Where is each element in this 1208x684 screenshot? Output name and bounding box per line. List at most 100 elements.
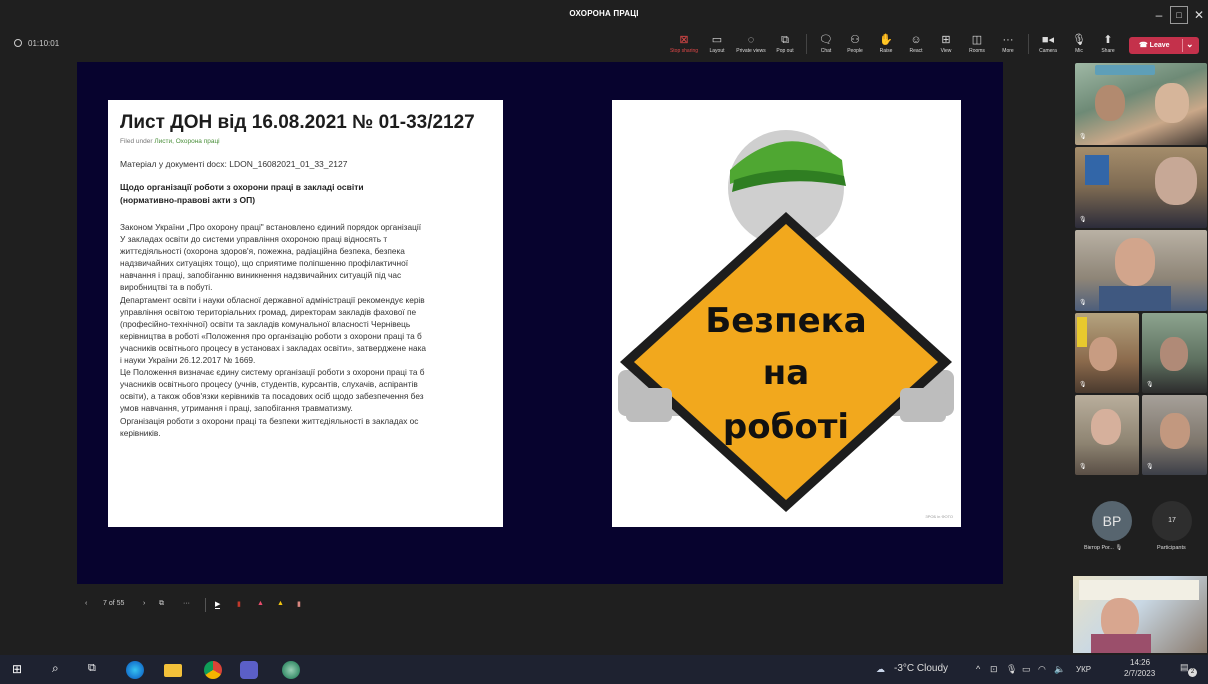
close-icon[interactable]: ✕ — [1190, 4, 1208, 26]
cloud-icon: ☁ — [876, 664, 885, 674]
people-button[interactable]: ⚇ People — [842, 30, 868, 60]
pen-red-icon[interactable]: ▮ — [237, 600, 241, 608]
battery-icon[interactable]: ▭ — [1022, 664, 1031, 675]
participant-shirt — [1091, 634, 1151, 653]
share-button[interactable]: ⬆ Share — [1096, 30, 1120, 60]
body-line: умов навчання, утримання і праці, запобі… — [120, 403, 353, 414]
notification-badge: 2 — [1188, 668, 1197, 677]
sign-line-1: Безпека — [705, 301, 866, 341]
avatar[interactable]: ВР — [1092, 501, 1132, 541]
laser-pointer-icon[interactable]: ▶ — [215, 600, 221, 609]
language-indicator[interactable]: УКР — [1076, 665, 1091, 674]
stop-sharing-button[interactable]: ⊠ Stop sharing — [665, 30, 703, 60]
teams-icon[interactable] — [240, 661, 258, 679]
safety-sign-image: Безпека на роботі ЗРОБ in ФОТО — [612, 100, 961, 527]
participant-face — [1091, 409, 1121, 445]
screen-capture-icon[interactable]: ⊡ — [990, 664, 998, 675]
phone-icon: ☎ — [1139, 42, 1150, 49]
body-line: навчання і праці, запобіганню виникнення… — [120, 270, 402, 281]
mic-off-icon: 🎙 — [1079, 464, 1087, 470]
slide-counter: 7 of 55 — [103, 600, 125, 607]
body-line: Це Положення визначає єдину систему орга… — [120, 367, 425, 378]
body-line: життєдіяльності (охорона здоров'я, пожеж… — [120, 246, 405, 257]
camera-icon: ■◂ — [1041, 34, 1055, 46]
participant-video[interactable]: 🎙 — [1075, 63, 1207, 145]
next-slide-icon[interactable]: › — [143, 600, 145, 607]
clock-date[interactable]: 2/7/2023 — [1124, 669, 1155, 678]
eraser-icon[interactable]: ▮ — [297, 600, 301, 608]
participant-video[interactable]: 🎙 — [1075, 395, 1139, 475]
pop-out-icon: ⧉ — [781, 34, 789, 46]
document-body: Законом України „Про охорону праці" вста… — [120, 221, 503, 439]
layout-button[interactable]: ▭ Layout — [704, 30, 730, 60]
photos-icon[interactable] — [282, 661, 300, 679]
search-icon[interactable]: ⌕ — [52, 661, 70, 679]
participant-video[interactable]: 🎙 — [1075, 230, 1207, 311]
pen-pink-icon[interactable]: ▲ — [257, 600, 264, 607]
document-screenshot: Лист ДОН від 16.08.2021 № 01-33/2127 Fil… — [108, 100, 503, 527]
raise-button[interactable]: ✋ Raise — [874, 30, 898, 60]
chevron-down-icon[interactable]: ⌄ — [1186, 39, 1194, 50]
toolbar-divider — [806, 34, 807, 54]
more-button[interactable]: ··· More — [996, 30, 1020, 60]
react-button[interactable]: ☺ React — [904, 30, 928, 60]
mic-off-icon: 🎙 — [1079, 134, 1087, 140]
more-options-icon[interactable]: ··· — [183, 600, 190, 607]
material-line: Матеріал у документі docx: LDON_16082021… — [120, 159, 348, 169]
mic-off-icon: 🎙 — [1079, 217, 1087, 223]
highlighter-icon[interactable]: ▲ — [277, 600, 284, 607]
body-line: виробництві та в побуті. — [120, 282, 213, 293]
clock-time[interactable]: 14:26 — [1130, 658, 1150, 667]
category-links[interactable]: Листи, Охорона праці — [154, 138, 219, 145]
participant-video[interactable]: 🎙 — [1142, 395, 1207, 475]
minimize-icon[interactable]: – — [1150, 4, 1168, 26]
rooms-button[interactable]: ◫ Rooms — [964, 30, 990, 60]
body-line: і науки України 26.12.2017 № 1669. — [120, 355, 256, 366]
leave-divider — [1182, 39, 1183, 52]
banner-sign — [1095, 65, 1155, 75]
right-hand — [900, 388, 946, 422]
private-views-icon: ◌ — [747, 34, 755, 46]
participant-face — [1089, 337, 1117, 371]
participants-count[interactable]: 17 — [1152, 501, 1192, 541]
edge-icon[interactable] — [126, 661, 144, 679]
camera-button[interactable]: ■◂ Camera — [1034, 30, 1062, 60]
participant-video[interactable]: 🎙 — [1142, 313, 1207, 393]
mic-button[interactable]: 🎙 Mic — [1068, 30, 1090, 60]
maximize-icon[interactable]: □ — [1170, 6, 1188, 24]
task-view-icon[interactable]: ⧉ — [88, 662, 106, 680]
wifi-icon[interactable]: ◠ — [1038, 664, 1046, 675]
title-bar: ОХОРОНА ПРАЦІ – □ ✕ — [0, 0, 1208, 30]
toolbar-divider — [205, 598, 206, 612]
sign-line-3: роботі — [723, 407, 849, 447]
shield-icon — [14, 39, 22, 47]
chat-button[interactable]: 🗨 Chat — [814, 30, 838, 60]
volume-icon[interactable]: 🔈 — [1054, 664, 1065, 675]
slide-navigation: ‹ 7 of 55 › ⧉ ··· ▶ ▮ ▲ ▲ ▮ — [77, 596, 377, 616]
mic-tray-icon[interactable]: 🎙 — [1006, 664, 1017, 675]
mic-off-icon: 🎙 — [1079, 382, 1087, 388]
leave-button[interactable]: ☎ Leave ⌄ — [1129, 37, 1199, 54]
participant-face — [1155, 157, 1197, 205]
self-view-video[interactable] — [1073, 576, 1207, 653]
participant-video[interactable]: 🎙 — [1075, 147, 1207, 228]
view-button[interactable]: ⊞ View — [934, 30, 958, 60]
private-views-button[interactable]: ◌ Private views — [732, 30, 770, 60]
chrome-icon[interactable] — [204, 661, 222, 679]
participant-face — [1160, 413, 1190, 449]
chevron-up-icon[interactable]: ^ — [976, 664, 980, 674]
background-poster — [1079, 580, 1199, 600]
weather-text[interactable]: -3°C Cloudy — [894, 663, 948, 674]
participants-label: Participants — [1157, 545, 1186, 551]
file-explorer-icon[interactable] — [164, 664, 182, 677]
prev-slide-icon[interactable]: ‹ — [85, 600, 87, 607]
pop-out-button[interactable]: ⧉ Pop out — [772, 30, 798, 60]
slide-grid-icon[interactable]: ⧉ — [159, 600, 164, 608]
flag — [1085, 155, 1109, 185]
mic-off-icon: 🎙 — [1079, 300, 1087, 306]
windows-start-icon[interactable]: ⊞ — [12, 662, 30, 680]
timer-value: 01:10:01 — [28, 39, 60, 48]
body-line: учасників освітнього процесу в установах… — [120, 342, 426, 353]
body-line: керівництва в роботі «Положення про орга… — [120, 330, 422, 341]
participant-video[interactable]: 🎙 — [1075, 313, 1139, 393]
